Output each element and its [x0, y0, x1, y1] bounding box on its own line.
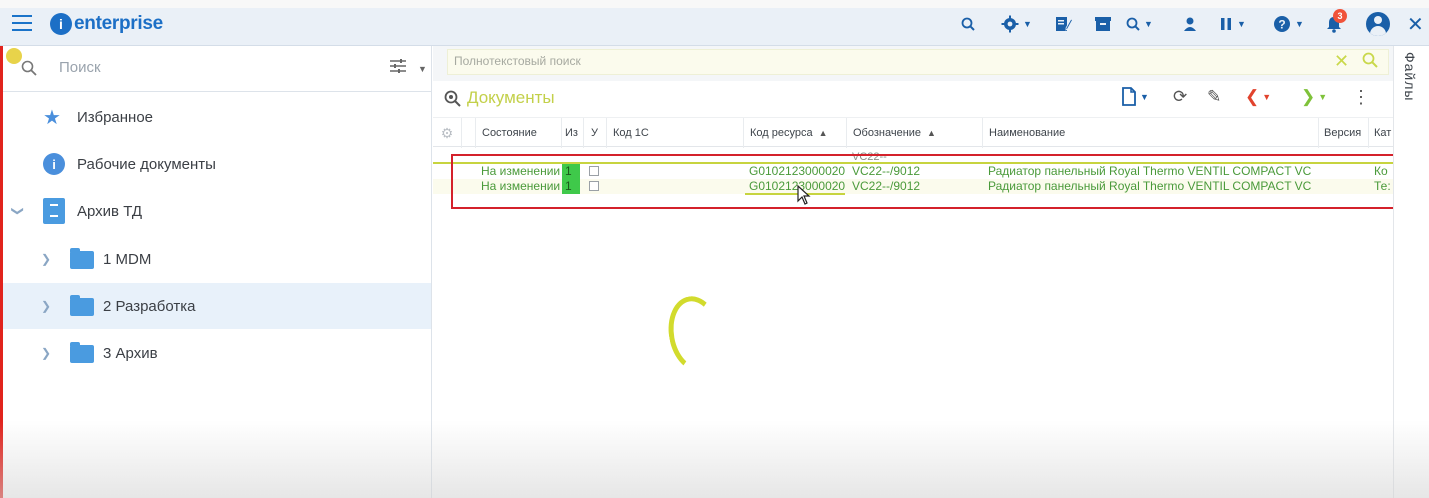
- sidebar-item-2-development[interactable]: ❯ 2 Разработка: [3, 283, 431, 329]
- chevron-down-icon: ▼: [1023, 19, 1032, 29]
- sidebar-search-row: ▼: [3, 46, 431, 92]
- column-label: Кат: [1374, 127, 1392, 139]
- highlight-frame: [451, 154, 1401, 209]
- column-header-version[interactable]: Версия: [1318, 118, 1368, 148]
- sidebar-item-3-archive[interactable]: ❯ 3 Архив: [3, 330, 431, 376]
- pause-icon[interactable]: ▼: [1219, 13, 1246, 35]
- logo-mark-icon: i: [50, 13, 72, 35]
- mouse-cursor-icon: [797, 184, 811, 210]
- search-icon[interactable]: [961, 13, 975, 35]
- more-vertical-icon[interactable]: ⋮: [1352, 87, 1370, 108]
- edit-note-icon[interactable]: [1055, 13, 1073, 35]
- folder-icon: [70, 295, 94, 316]
- zoom-search-icon: [444, 90, 461, 112]
- chevron-down-icon: ▼: [1144, 19, 1153, 29]
- top-bar: i enterprise ▼ ▼ ▼ ? ▼ 3 ✕: [0, 0, 1429, 46]
- sidebar-item-label: Рабочие документы: [77, 155, 216, 173]
- chevron-left-icon[interactable]: ❮ ▼: [1245, 87, 1271, 107]
- search-icon[interactable]: [1362, 52, 1378, 73]
- notification-badge: 3: [1333, 9, 1347, 23]
- tab-files[interactable]: Файлы: [1402, 52, 1418, 101]
- folder-icon: [70, 342, 94, 363]
- logo-text: enterprise: [74, 13, 163, 34]
- column-label: Обозначение: [853, 127, 922, 139]
- column-label: У: [591, 127, 598, 139]
- search-dropdown-icon[interactable]: ▼: [1126, 13, 1153, 35]
- app-logo[interactable]: i enterprise: [50, 12, 163, 36]
- fulltext-search-bar: ✕: [447, 49, 1389, 75]
- search-icon: [21, 60, 37, 81]
- column-label: Код 1С: [613, 127, 649, 139]
- star-icon: ★: [43, 106, 61, 129]
- new-document-icon[interactable]: ▼: [1121, 87, 1149, 106]
- chevron-down-icon: ▼: [1295, 19, 1304, 29]
- help-icon[interactable]: ? ▼: [1273, 13, 1304, 35]
- clear-icon[interactable]: ✕: [1334, 51, 1349, 72]
- sidebar-item-1-mdm[interactable]: ❯ 1 MDM: [3, 236, 431, 282]
- column-header-iz[interactable]: Из: [561, 118, 583, 148]
- chevron-right-icon[interactable]: ❯ ▼: [1301, 87, 1327, 107]
- column-label: Из: [565, 127, 578, 139]
- top-edge: [0, 0, 1429, 8]
- navigation-panel: ▼ ★ Избранное i Рабочие документы ❯ Архи…: [0, 46, 432, 498]
- folder-icon: [70, 248, 94, 269]
- file-cabinet-icon: [43, 198, 65, 224]
- column-header-resource-code[interactable]: Код ресурса ▲: [743, 118, 846, 148]
- column-header-u[interactable]: У: [583, 118, 606, 148]
- chevron-down-icon[interactable]: ▼: [418, 64, 427, 74]
- right-side-panel: [1393, 46, 1429, 498]
- sidebar-item-working-docs[interactable]: i Рабочие документы: [3, 141, 431, 187]
- chevron-down-icon: ▼: [1237, 19, 1246, 29]
- sidebar-item-label: Избранное: [77, 108, 154, 126]
- refresh-icon[interactable]: ⟳: [1173, 87, 1187, 107]
- column-label: Состояние: [482, 127, 537, 139]
- sidebar-item-favorites[interactable]: ★ Избранное: [3, 94, 431, 140]
- sort-asc-icon: ▲: [927, 128, 936, 138]
- documents-icon: i: [43, 153, 65, 175]
- column-header-name[interactable]: Наименование: [982, 118, 1318, 148]
- avatar-icon[interactable]: [1366, 12, 1390, 36]
- close-icon[interactable]: ✕: [1407, 12, 1424, 37]
- chevron-down-icon: ▼: [1262, 92, 1272, 102]
- user-icon[interactable]: [1182, 13, 1198, 35]
- sidebar-item-label: Архив ТД: [77, 202, 143, 220]
- sidebar-item-label: 2 Разработка: [103, 297, 196, 315]
- chevron-down-icon: ▼: [1318, 92, 1328, 102]
- gear-icon[interactable]: ▼: [1001, 13, 1032, 35]
- sidebar-search-input[interactable]: [59, 59, 359, 76]
- chevron-right-icon[interactable]: ❯: [41, 252, 51, 266]
- column-label: Наименование: [989, 127, 1066, 139]
- fulltext-search-input[interactable]: [454, 54, 1314, 68]
- filter-settings-icon[interactable]: [389, 58, 407, 79]
- table-header: ⚙ Состояние Из У Код 1С Код ресурса ▲ Обо…: [433, 117, 1393, 148]
- hamburger-menu-icon[interactable]: [12, 15, 32, 31]
- column-header-category[interactable]: Кат: [1368, 118, 1393, 148]
- column-header-state[interactable]: Состояние: [475, 118, 561, 148]
- chevron-down-icon[interactable]: ❯: [11, 206, 25, 216]
- column-label: Версия: [1324, 127, 1362, 139]
- pencil-icon[interactable]: ✎: [1207, 87, 1221, 107]
- sidebar-item-label: 1 MDM: [103, 250, 152, 268]
- svg-text:?: ?: [1278, 18, 1285, 32]
- column-settings-icon[interactable]: ⚙: [433, 118, 461, 148]
- panel-title: Документы: [467, 88, 555, 107]
- documents-panel: Документы ▼ ⟳ ✎ ❮ ▼ ❯ ▼ ⋮ ⚙ Состояние Из У…: [433, 81, 1393, 498]
- archive-icon[interactable]: [1094, 13, 1112, 35]
- sidebar-item-archive-td[interactable]: ❯ Архив ТД: [3, 188, 431, 234]
- column-label: Код ресурса: [750, 127, 813, 139]
- chevron-down-icon: ▼: [1140, 91, 1149, 102]
- column-header-blank: [461, 118, 475, 148]
- pin-icon[interactable]: [6, 48, 22, 64]
- sidebar-item-label: 3 Архив: [103, 344, 158, 362]
- column-header-designation[interactable]: Обозначение ▲: [846, 118, 982, 148]
- sort-asc-icon: ▲: [818, 128, 828, 138]
- chevron-right-icon[interactable]: ❯: [41, 299, 51, 313]
- chevron-right-icon[interactable]: ❯: [41, 346, 51, 360]
- column-header-code1c[interactable]: Код 1С: [606, 118, 743, 148]
- main-panel: ✕ Документы ▼ ⟳ ✎ ❮▼ ❯▼ ⋮ ⚙ Состояние Из…: [433, 46, 1393, 498]
